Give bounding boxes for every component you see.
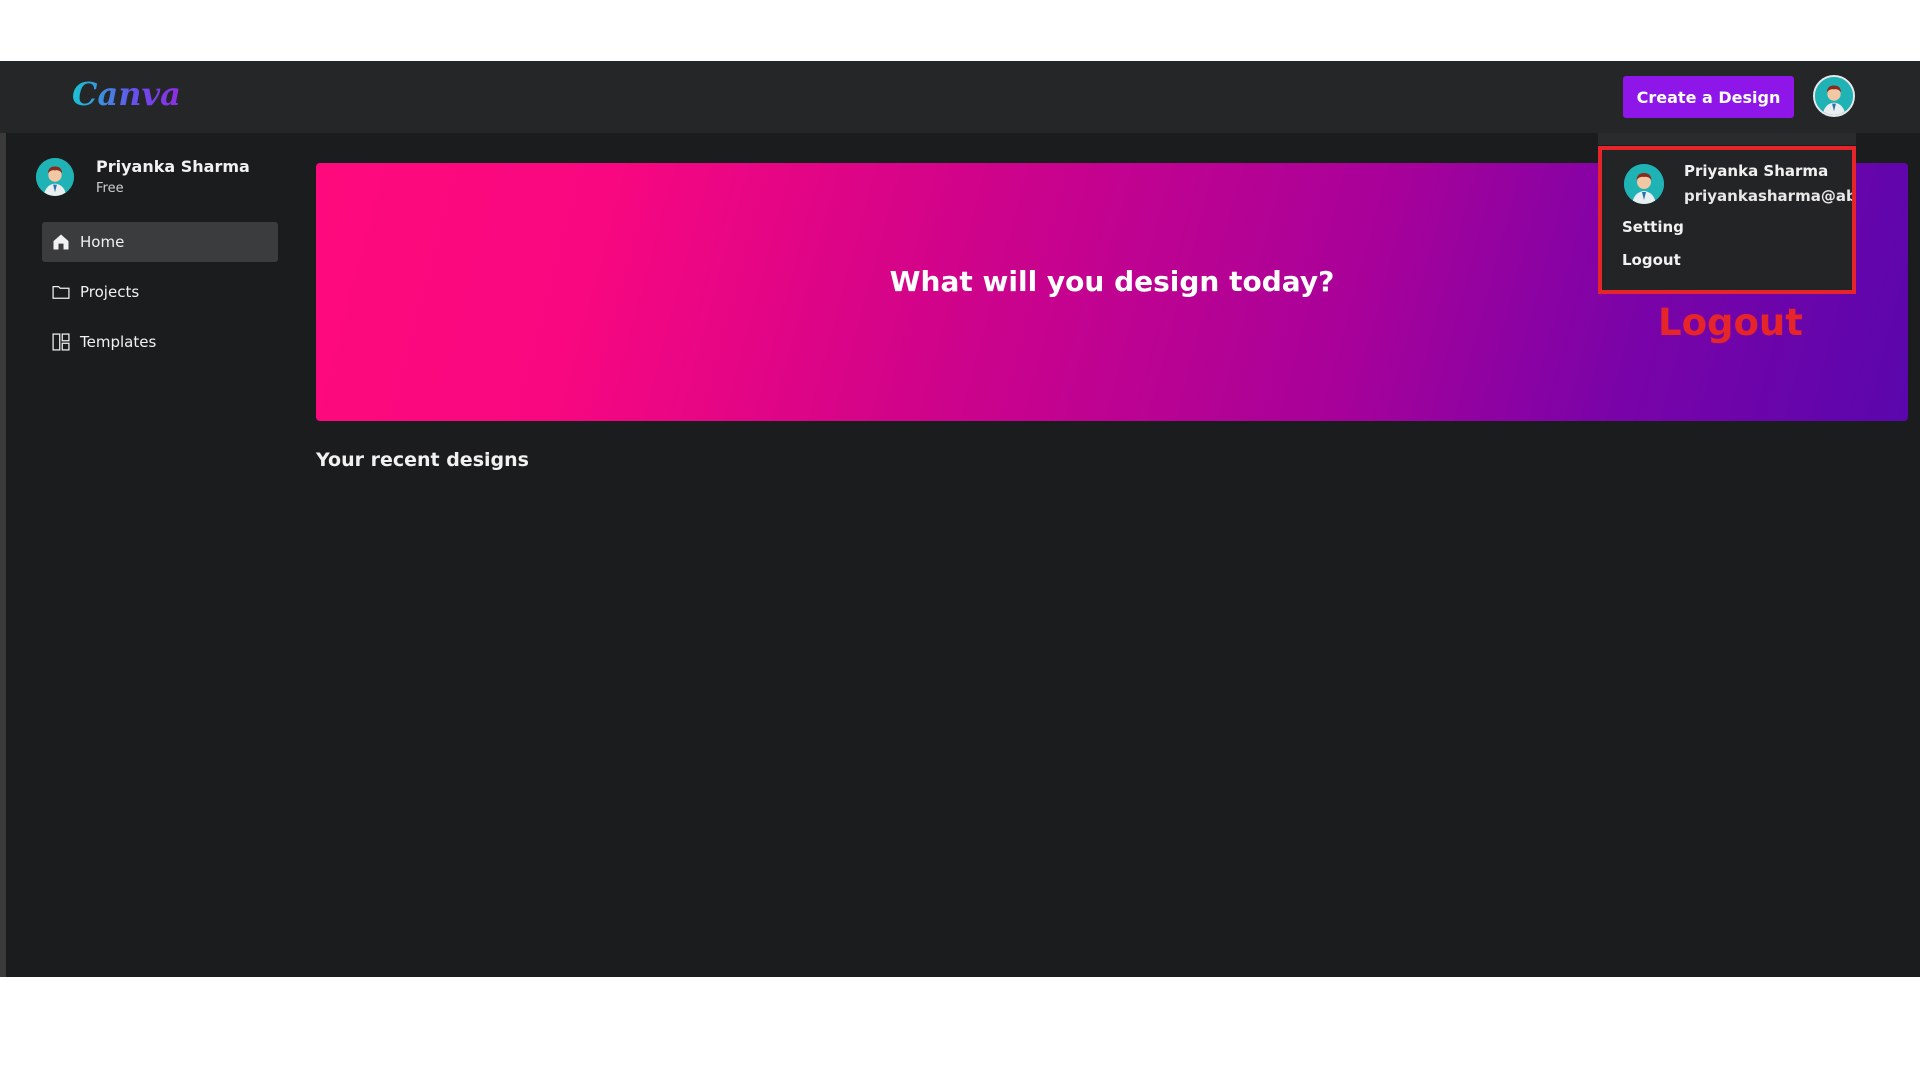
app-window: Canva Create a Design Priyanka Sharma Fr… — [0, 61, 1920, 977]
avatar-icon — [36, 158, 74, 196]
profile-avatar — [36, 158, 74, 196]
user-dropdown-menu: Priyanka Sharma priyankasharma@abc.com S… — [1598, 146, 1856, 294]
sidebar-item-projects[interactable]: Projects — [42, 272, 278, 312]
logout-callout-label: Logout — [1658, 301, 1803, 344]
menu-item-setting[interactable]: Setting — [1622, 218, 1684, 236]
sidebar-item-home[interactable]: Home — [42, 222, 278, 262]
canva-logo[interactable]: Canva — [72, 75, 181, 113]
top-bar: Canva Create a Design — [0, 61, 1920, 133]
avatar-icon — [1815, 77, 1853, 115]
menu-caret-area — [1598, 133, 1856, 145]
sidebar-item-label: Templates — [80, 333, 157, 351]
recent-designs-heading: Your recent designs — [316, 449, 529, 471]
dropdown-user-email: priyankasharma@abc.com — [1684, 187, 1852, 205]
templates-icon — [50, 331, 72, 353]
menu-item-logout[interactable]: Logout — [1622, 251, 1681, 269]
sidebar-item-label: Home — [80, 233, 125, 251]
dropdown-user-name: Priyanka Sharma — [1684, 162, 1829, 180]
folder-icon — [50, 281, 72, 303]
sidebar-item-label: Projects — [80, 283, 140, 301]
sidebar-item-templates[interactable]: Templates — [42, 322, 278, 362]
home-icon — [50, 231, 72, 253]
user-avatar-button[interactable] — [1813, 75, 1855, 117]
avatar-icon — [1624, 164, 1664, 204]
profile-name: Priyanka Sharma — [96, 157, 250, 176]
create-design-button[interactable]: Create a Design — [1623, 76, 1794, 118]
window-edge — [0, 61, 6, 977]
dropdown-avatar — [1624, 164, 1664, 204]
profile-plan: Free — [96, 181, 124, 196]
